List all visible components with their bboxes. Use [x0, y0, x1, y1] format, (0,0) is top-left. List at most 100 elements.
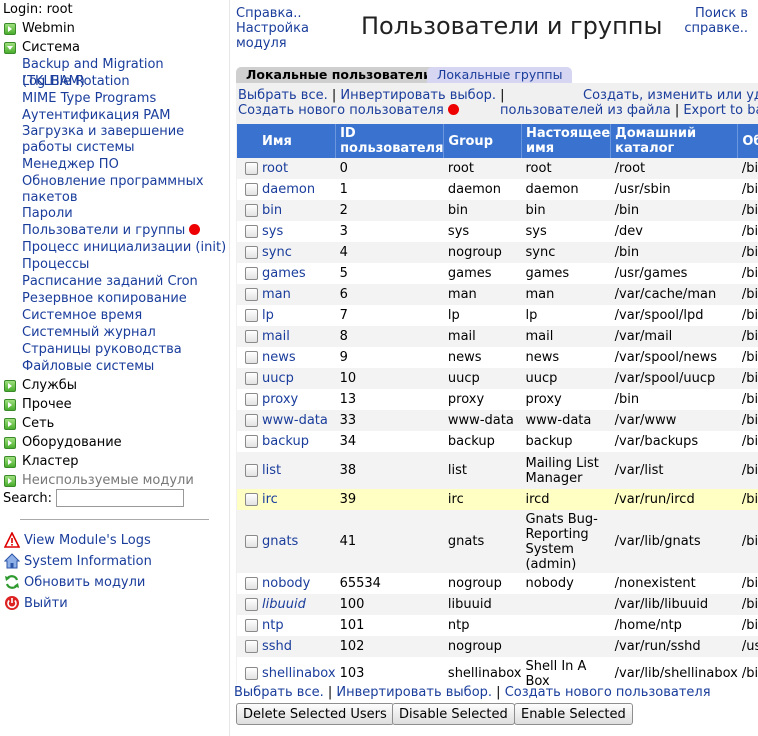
- row-checkbox[interactable]: [245, 162, 258, 175]
- expand-icon[interactable]: [4, 474, 16, 487]
- row-checkbox[interactable]: [245, 267, 258, 280]
- username-link[interactable]: backup: [262, 434, 309, 449]
- username-link[interactable]: mail: [262, 329, 290, 344]
- module-link-filesystems[interactable]: Файловые системы: [22, 358, 227, 375]
- row-checkbox[interactable]: [245, 667, 258, 680]
- enable-selected-button[interactable]: Enable Selected: [514, 703, 633, 725]
- username-link[interactable]: sshd: [262, 639, 292, 654]
- module-link-init[interactable]: Процесс инициализации (init): [22, 239, 227, 256]
- expand-icon[interactable]: [4, 417, 16, 430]
- username-link[interactable]: proxy: [262, 392, 298, 407]
- category-unused-modules[interactable]: Неиспользуемые модули: [4, 472, 194, 489]
- search-input[interactable]: [56, 489, 185, 507]
- row-checkbox[interactable]: [245, 535, 258, 548]
- row-checkbox[interactable]: [245, 640, 258, 653]
- module-link-software[interactable]: Менеджер ПО: [22, 156, 227, 173]
- row-checkbox[interactable]: [245, 288, 258, 301]
- username-link[interactable]: lp: [262, 308, 274, 323]
- row-checkbox[interactable]: [245, 225, 258, 238]
- module-link-passwords[interactable]: Пароли: [22, 205, 227, 222]
- module-link-syslog[interactable]: Системный журнал: [22, 324, 227, 341]
- row-checkbox[interactable]: [245, 351, 258, 364]
- delete-selected-users-button[interactable]: Delete Selected Users: [236, 703, 394, 725]
- username-link[interactable]: libuuid: [262, 597, 306, 612]
- row-checkbox[interactable]: [245, 598, 258, 611]
- header-uid[interactable]: ID пользователя: [335, 124, 445, 158]
- create-user-link-bottom[interactable]: Создать нового пользователя: [505, 685, 711, 700]
- tab-local-groups[interactable]: Локальные группы: [427, 67, 573, 83]
- create-user-link[interactable]: Создать нового пользователя: [238, 103, 444, 118]
- category-network[interactable]: Сеть: [4, 415, 54, 432]
- search-help-link[interactable]: Поиск в справке..: [684, 6, 748, 36]
- username-link[interactable]: nobody: [262, 576, 310, 591]
- username-link[interactable]: gnats: [262, 534, 298, 549]
- disable-selected-button[interactable]: Disable Selected: [392, 703, 515, 725]
- username-link[interactable]: www-data: [262, 413, 328, 428]
- row-checkbox[interactable]: [245, 414, 258, 427]
- collapse-icon[interactable]: [4, 41, 16, 54]
- row-checkbox[interactable]: [245, 204, 258, 217]
- module-link-bootup[interactable]: Загрузка и завершение работы системы: [22, 124, 227, 156]
- expand-icon[interactable]: [4, 455, 16, 468]
- select-all-link[interactable]: Выбрать все.: [238, 88, 328, 103]
- module-config-link[interactable]: Настройка модуля: [236, 21, 309, 51]
- expand-icon[interactable]: [4, 379, 16, 392]
- module-link-cron[interactable]: Расписание заданий Cron: [22, 273, 227, 290]
- refresh-modules-link[interactable]: Обновить модули: [4, 573, 145, 591]
- username-link[interactable]: games: [262, 266, 306, 281]
- username-link[interactable]: sys: [262, 224, 283, 239]
- module-link-users-groups[interactable]: Пользователи и группы: [22, 222, 227, 239]
- tab-local-users[interactable]: Локальные пользователи: [236, 67, 442, 83]
- expand-icon[interactable]: [4, 22, 16, 35]
- username-link[interactable]: uucp: [262, 371, 294, 386]
- batch-users-link-cont[interactable]: пользователей из файла: [500, 103, 671, 118]
- row-checkbox[interactable]: [245, 464, 258, 477]
- row-checkbox[interactable]: [245, 577, 258, 590]
- username-link[interactable]: irc: [262, 492, 278, 507]
- header-name[interactable]: Имя: [258, 124, 337, 158]
- username-link[interactable]: man: [262, 287, 291, 302]
- username-link[interactable]: root: [262, 161, 288, 176]
- header-home-dir[interactable]: Домашний каталог: [610, 124, 739, 158]
- module-link-man[interactable]: Страницы руководства: [22, 341, 227, 358]
- select-all-link-bottom[interactable]: Выбрать все.: [234, 685, 324, 700]
- username-link[interactable]: shellinabox: [262, 666, 336, 681]
- header-shell[interactable]: Оболочка: [737, 124, 758, 158]
- category-services[interactable]: Службы: [4, 377, 77, 394]
- header-group[interactable]: Group: [443, 124, 522, 158]
- username-link[interactable]: news: [262, 350, 296, 365]
- row-checkbox[interactable]: [245, 183, 258, 196]
- module-link-processes[interactable]: Процессы: [22, 256, 227, 273]
- logout-link[interactable]: Выйти: [4, 594, 68, 612]
- category-other[interactable]: Прочее: [4, 396, 72, 413]
- module-link-logrotate[interactable]: Log File Rotation: [22, 73, 227, 90]
- username-link[interactable]: list: [262, 463, 281, 478]
- row-checkbox[interactable]: [245, 493, 258, 506]
- row-checkbox[interactable]: [245, 393, 258, 406]
- help-link[interactable]: Справка..: [236, 6, 309, 21]
- invert-selection-link-bottom[interactable]: Инвертировать выбор.: [336, 685, 492, 700]
- row-checkbox[interactable]: [245, 246, 258, 259]
- module-link-backup[interactable]: Резервное копирование: [22, 290, 227, 307]
- view-module-logs-link[interactable]: View Module's Logs: [4, 531, 151, 549]
- username-link[interactable]: daemon: [262, 182, 315, 197]
- category-cluster[interactable]: Кластер: [4, 453, 78, 470]
- row-checkbox[interactable]: [245, 330, 258, 343]
- username-link[interactable]: sync: [262, 245, 292, 260]
- module-link-pam[interactable]: Аутентификация PAM: [22, 107, 227, 124]
- module-link-mime[interactable]: MIME Type Programs: [22, 90, 227, 107]
- username-link[interactable]: bin: [262, 203, 282, 218]
- invert-selection-link[interactable]: Инвертировать выбор.: [340, 88, 496, 103]
- export-batch-link[interactable]: Export to batch f: [683, 103, 758, 118]
- category-hardware[interactable]: Оборудование: [4, 434, 122, 451]
- system-information-link[interactable]: System Information: [4, 552, 152, 570]
- category-system[interactable]: Система: [4, 39, 80, 56]
- category-webmin[interactable]: Webmin: [4, 20, 75, 37]
- header-real-name[interactable]: Настоящее имя: [521, 124, 612, 158]
- row-checkbox[interactable]: [245, 619, 258, 632]
- username-link[interactable]: ntp: [262, 618, 284, 633]
- row-checkbox[interactable]: [245, 372, 258, 385]
- row-checkbox[interactable]: [245, 309, 258, 322]
- expand-icon[interactable]: [4, 436, 16, 449]
- module-link-time[interactable]: Системное время: [22, 307, 227, 324]
